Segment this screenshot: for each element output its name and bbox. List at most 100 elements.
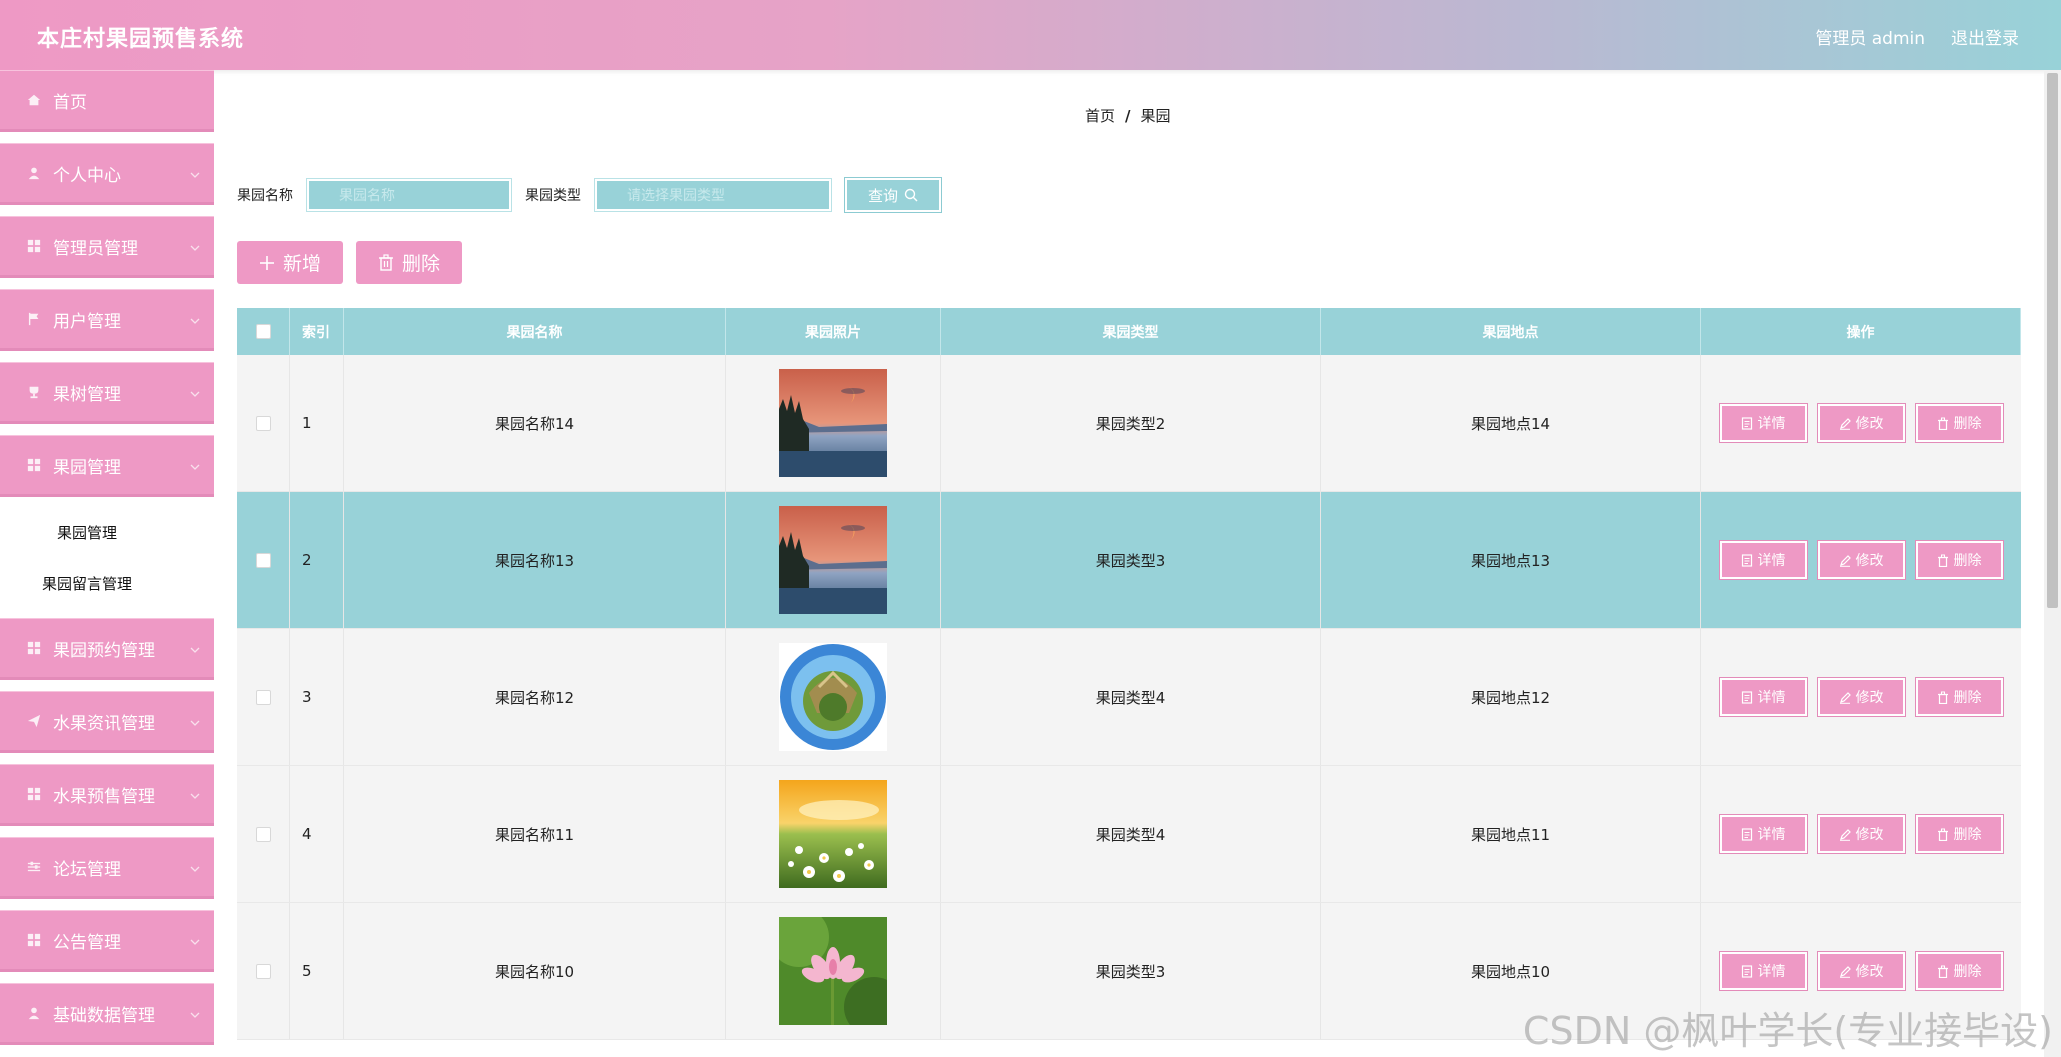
- detail-button[interactable]: 详情: [1718, 540, 1808, 580]
- row-checkbox[interactable]: [255, 963, 271, 979]
- sidebar-subitem[interactable]: 果园管理: [0, 508, 214, 559]
- trash-icon: [1937, 417, 1948, 430]
- home-icon: [27, 92, 43, 108]
- row-checkbox[interactable]: [255, 826, 271, 842]
- row-operations: 详情 修改 删除: [1701, 355, 2021, 491]
- row-checkbox[interactable]: [255, 552, 271, 568]
- add-button[interactable]: 新增: [237, 241, 343, 284]
- orchard-photo[interactable]: [779, 506, 887, 614]
- table-row[interactable]: 2 果园名称13 果园类型3 果园地点13 详情 修改 删除: [237, 492, 2021, 629]
- document-icon: [1741, 553, 1752, 567]
- sidebar-item[interactable]: 用户管理: [0, 289, 214, 351]
- sidebar-item[interactable]: 水果资讯管理: [0, 691, 214, 753]
- detail-button[interactable]: 详情: [1718, 677, 1808, 717]
- delete-button[interactable]: 删除: [1914, 677, 2004, 717]
- delete-button-label: 删除: [1953, 416, 1982, 432]
- watermark: CSDN @枫叶学长(专业接毕设): [1522, 1009, 2053, 1053]
- row-checkbox[interactable]: [255, 415, 271, 431]
- query-button[interactable]: 查询: [844, 177, 942, 213]
- detail-button-label: 详情: [1757, 964, 1786, 980]
- sidebar-item-label: 基础数据管理: [53, 1005, 155, 1026]
- detail-button[interactable]: 详情: [1718, 951, 1808, 991]
- edit-button[interactable]: 修改: [1816, 677, 1906, 717]
- row-checkbox[interactable]: [255, 689, 271, 705]
- sidebar-item[interactable]: 公告管理: [0, 910, 214, 972]
- table-row[interactable]: 3 果园名称12 果园类型4 果园地点12 详情 修改 删除: [237, 629, 2021, 766]
- sidebar-item[interactable]: 论坛管理: [0, 837, 214, 899]
- batch-delete-button[interactable]: 删除: [356, 241, 462, 284]
- admin-label: 管理员 admin: [1815, 29, 1925, 49]
- breadcrumb-separator: /: [1125, 107, 1131, 125]
- sidebar-item-label: 公告管理: [53, 932, 121, 953]
- document-icon: [1741, 416, 1752, 430]
- scroll-thumb[interactable]: [2047, 73, 2058, 608]
- delete-button[interactable]: 删除: [1914, 814, 2004, 854]
- table-row[interactable]: 1 果园名称14 果园类型2 果园地点14 详情 修改 删除: [237, 355, 2021, 492]
- chevron-down-icon: [190, 640, 200, 653]
- document-icon: [1741, 690, 1752, 704]
- delete-button-label: 删除: [1953, 690, 1982, 706]
- select-all-checkbox[interactable]: [255, 324, 271, 339]
- add-button-label: 新增: [282, 253, 321, 275]
- sidebar-item[interactable]: 果园预约管理: [0, 618, 214, 680]
- breadcrumb-home[interactable]: 首页: [1085, 107, 1115, 125]
- sidebar-item[interactable]: 管理员管理: [0, 216, 214, 278]
- edit-button[interactable]: 修改: [1816, 540, 1906, 580]
- sidebar-item-label: 管理员管理: [53, 238, 138, 259]
- sidebar-subitem[interactable]: 果园留言管理: [0, 559, 214, 610]
- edit-icon: [1839, 828, 1851, 841]
- detail-button[interactable]: 详情: [1718, 814, 1808, 854]
- orchard-type-select[interactable]: 请选择果园类型: [594, 178, 832, 212]
- trophy-icon: [27, 384, 43, 400]
- sidebar-item[interactable]: 基础数据管理: [0, 983, 214, 1045]
- table-body: 1 果园名称14 果园类型2 果园地点14 详情 修改 删除 2 果园名称13 果园类型3 果园地点…: [237, 355, 2021, 1040]
- orchard-table: 索引 果园名称 果园照片 果园类型 果园地点 操作 1 果园名称14 果园类型2 果园…: [237, 308, 2021, 1040]
- edit-icon: [1839, 965, 1851, 978]
- batch-delete-label: 删除: [401, 253, 440, 275]
- chevron-down-icon: [190, 384, 200, 397]
- header-name: 果园名称: [344, 308, 726, 355]
- detail-button-label: 详情: [1757, 690, 1786, 706]
- sidebar-item[interactable]: 个人中心: [0, 143, 214, 205]
- sidebar-item-label: 水果预售管理: [53, 786, 155, 807]
- user-icon: [27, 165, 43, 181]
- orchard-photo[interactable]: [779, 369, 887, 477]
- row-photo-cell: [726, 355, 941, 491]
- delete-button[interactable]: 删除: [1914, 540, 2004, 580]
- row-index: 5: [290, 903, 344, 1039]
- orchard-name-input[interactable]: 果园名称: [306, 178, 512, 212]
- sidebar-item[interactable]: 水果预售管理: [0, 764, 214, 826]
- trash-icon: [378, 254, 393, 271]
- orchard-photo[interactable]: [779, 780, 887, 888]
- header-location: 果园地点: [1321, 308, 1701, 355]
- edit-button[interactable]: 修改: [1816, 951, 1906, 991]
- logout-link[interactable]: 退出登录: [1951, 24, 2019, 49]
- page-scrollbar[interactable]: [2044, 70, 2061, 1057]
- row-select-cell: [237, 629, 290, 765]
- sidebar-submenu: 果园管理 果园留言管理: [0, 508, 214, 610]
- sidebar-item[interactable]: 首页: [0, 70, 214, 132]
- top-right-links: 管理员 admin 退出登录: [1815, 24, 2019, 49]
- sliders-icon: [27, 859, 43, 875]
- orchard-photo[interactable]: [779, 643, 887, 751]
- sidebar-item-label: 果树管理: [53, 384, 121, 405]
- edit-button[interactable]: 修改: [1816, 814, 1906, 854]
- delete-button[interactable]: 删除: [1914, 403, 2004, 443]
- delete-button[interactable]: 删除: [1914, 951, 2004, 991]
- edit-icon: [1839, 691, 1851, 704]
- row-orchard-type: 果园类型3: [941, 492, 1321, 628]
- sidebar-item-label: 用户管理: [53, 311, 121, 332]
- detail-button[interactable]: 详情: [1718, 403, 1808, 443]
- grid-icon: [27, 457, 43, 473]
- row-orchard-name: 果园名称10: [344, 903, 726, 1039]
- sidebar-item[interactable]: 果园管理: [0, 435, 214, 497]
- sidebar-item[interactable]: 果树管理: [0, 362, 214, 424]
- edit-button[interactable]: 修改: [1816, 403, 1906, 443]
- orchard-type-label: 果园类型: [525, 188, 581, 204]
- table-row[interactable]: 4 果园名称11 果园类型4 果园地点11 详情 修改 删除: [237, 766, 2021, 903]
- orchard-photo[interactable]: [779, 917, 887, 1025]
- sidebar-item-label: 果园管理: [53, 457, 121, 478]
- row-select-cell: [237, 355, 290, 491]
- send-icon: [27, 713, 43, 729]
- row-photo-cell: [726, 492, 941, 628]
